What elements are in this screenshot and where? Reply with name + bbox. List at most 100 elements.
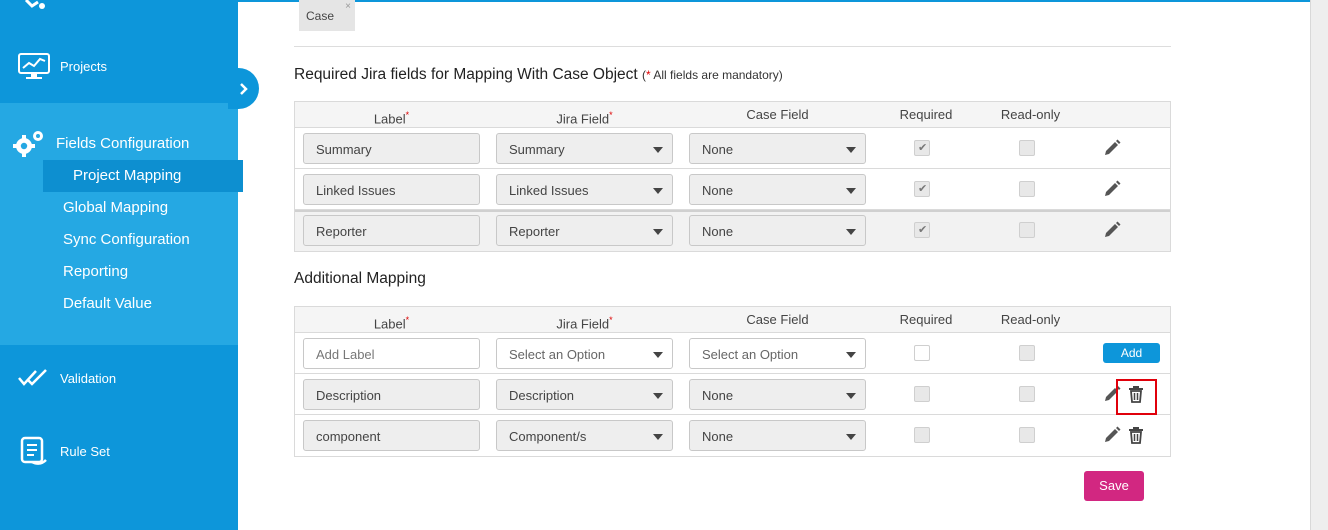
sidebar-subitem-global-mapping[interactable]: Global Mapping	[63, 199, 168, 216]
sidebar-subitem-default-value[interactable]: Default Value	[63, 295, 152, 312]
required-checkbox[interactable]	[914, 427, 930, 443]
required-fields-table: Label* Jira Field* Case Field Required R…	[294, 101, 1171, 252]
check-icon: ✔	[918, 142, 928, 154]
caret-down-icon	[846, 393, 856, 399]
table-header: Label* Jira Field* Case Field Required R…	[295, 102, 1170, 128]
case-field-select[interactable]: None	[689, 379, 866, 410]
sidebar-item-fields-configuration[interactable]: Fields Configuration	[12, 127, 189, 159]
label-field: Description	[303, 379, 480, 410]
label-field: Linked Issues	[303, 174, 480, 205]
column-header-case-field: Case Field	[746, 107, 809, 122]
sidebar-item-validation[interactable]: Validation	[18, 368, 116, 388]
jira-field-select[interactable]: Select an Option	[496, 338, 673, 369]
sidebar-collapse-toggle[interactable]	[228, 68, 259, 109]
required-checkbox[interactable]: ✔	[914, 181, 930, 197]
table-header: Label* Jira Field* Case Field Required R…	[295, 307, 1170, 333]
add-label-input[interactable]: Add Label	[303, 338, 480, 369]
column-header-case-field: Case Field	[746, 312, 809, 327]
column-header-label: Label*	[373, 110, 410, 127]
sidebar-item-projects[interactable]: Projects	[18, 52, 107, 80]
integration-icon	[24, 0, 45, 9]
object-tag-label: Case	[306, 9, 335, 23]
caret-down-icon	[846, 434, 856, 440]
jira-field-select[interactable]: Component/s	[496, 420, 673, 451]
pencil-icon[interactable]	[1103, 221, 1121, 239]
pencil-icon[interactable]	[1103, 426, 1121, 444]
jira-field-select[interactable]: Reporter	[496, 215, 673, 246]
sidebar: Projects Fields Configuration Project Ma…	[0, 0, 259, 530]
required-checkbox[interactable]	[914, 386, 930, 402]
case-field-select[interactable]: Select an Option	[689, 338, 866, 369]
sidebar-item-label: Fields Configuration	[56, 134, 190, 152]
case-field-select[interactable]: None	[689, 420, 866, 451]
column-header-jira-field: Jira Field*	[556, 315, 613, 332]
read-only-checkbox[interactable]	[1019, 222, 1035, 238]
caret-down-icon	[846, 352, 856, 358]
caret-down-icon	[846, 188, 856, 194]
case-field-select[interactable]: None	[689, 133, 866, 164]
highlight-annotation-box	[1116, 379, 1157, 415]
sidebar-subitem-sync-configuration[interactable]: Sync Configuration	[63, 231, 190, 248]
projects-icon	[18, 53, 50, 79]
sidebar-item-label: Projects	[60, 58, 107, 74]
save-button[interactable]: Save	[1084, 471, 1144, 501]
read-only-checkbox[interactable]	[1019, 386, 1035, 402]
add-button[interactable]: Add	[1103, 343, 1160, 363]
pencil-icon[interactable]	[1103, 180, 1121, 198]
read-only-checkbox[interactable]	[1019, 181, 1035, 197]
table-row: Summary Summary None ✔	[295, 128, 1170, 169]
required-checkbox[interactable]	[914, 345, 930, 361]
column-header-required: Required	[899, 107, 953, 122]
caret-down-icon	[653, 147, 663, 153]
new-mapping-row: Add Label Select an Option Select an Opt…	[295, 333, 1170, 374]
jira-field-select[interactable]: Summary	[496, 133, 673, 164]
caret-down-icon	[846, 147, 856, 153]
case-field-select[interactable]: None	[689, 215, 866, 246]
label-field: Summary	[303, 133, 480, 164]
pencil-icon[interactable]	[1103, 139, 1121, 157]
caret-down-icon	[653, 434, 663, 440]
close-icon[interactable]: ×	[345, 1, 351, 12]
scroll-icon	[20, 436, 47, 465]
table-row: component Component/s None	[295, 415, 1170, 456]
required-checkbox[interactable]: ✔	[914, 140, 930, 156]
read-only-checkbox[interactable]	[1019, 427, 1035, 443]
sidebar-subitem-reporting[interactable]: Reporting	[63, 263, 128, 280]
column-header-jira-field: Jira Field*	[556, 110, 613, 127]
trash-icon[interactable]	[1128, 426, 1144, 444]
column-header-read-only: Read-only	[1000, 107, 1061, 122]
top-accent-line	[238, 0, 1310, 2]
sidebar-item-rule-set[interactable]: Rule Set	[18, 436, 110, 466]
column-header-required: Required	[899, 312, 953, 327]
vertical-scrollbar[interactable]	[1310, 0, 1328, 530]
additional-section-title: Additional Mapping	[294, 270, 426, 287]
sidebar-item-label: Validation	[60, 370, 117, 386]
caret-down-icon	[846, 229, 856, 235]
jira-field-select[interactable]: Linked Issues	[496, 174, 673, 205]
gears-icon	[13, 131, 43, 157]
mandatory-note: (* All fields are mandatory)	[642, 68, 783, 82]
case-field-select[interactable]: None	[689, 174, 866, 205]
caret-down-icon	[653, 352, 663, 358]
label-field: component	[303, 420, 480, 451]
column-header-read-only: Read-only	[1000, 312, 1061, 327]
check-icon: ✔	[918, 183, 928, 195]
read-only-checkbox[interactable]	[1019, 345, 1035, 361]
object-tag-case[interactable]: Case ×	[299, 0, 355, 31]
required-checkbox[interactable]: ✔	[914, 222, 930, 238]
label-field: Reporter	[303, 215, 480, 246]
required-section-title: Required Jira fields for Mapping With Ca…	[294, 66, 783, 83]
caret-down-icon	[653, 393, 663, 399]
sidebar-subitem-project-mapping[interactable]: Project Mapping	[43, 160, 243, 192]
sidebar-item-label: Rule Set	[60, 443, 110, 459]
jira-field-select[interactable]: Description	[496, 379, 673, 410]
read-only-checkbox[interactable]	[1019, 140, 1035, 156]
table-row: Description Description None	[295, 374, 1170, 415]
divider	[294, 46, 1171, 47]
additional-mapping-table: Label* Jira Field* Case Field Required R…	[294, 306, 1171, 457]
double-check-icon	[18, 369, 47, 386]
caret-down-icon	[653, 188, 663, 194]
table-row: Reporter Reporter None ✔	[295, 210, 1170, 251]
table-row: Linked Issues Linked Issues None ✔	[295, 169, 1170, 210]
caret-down-icon	[653, 229, 663, 235]
